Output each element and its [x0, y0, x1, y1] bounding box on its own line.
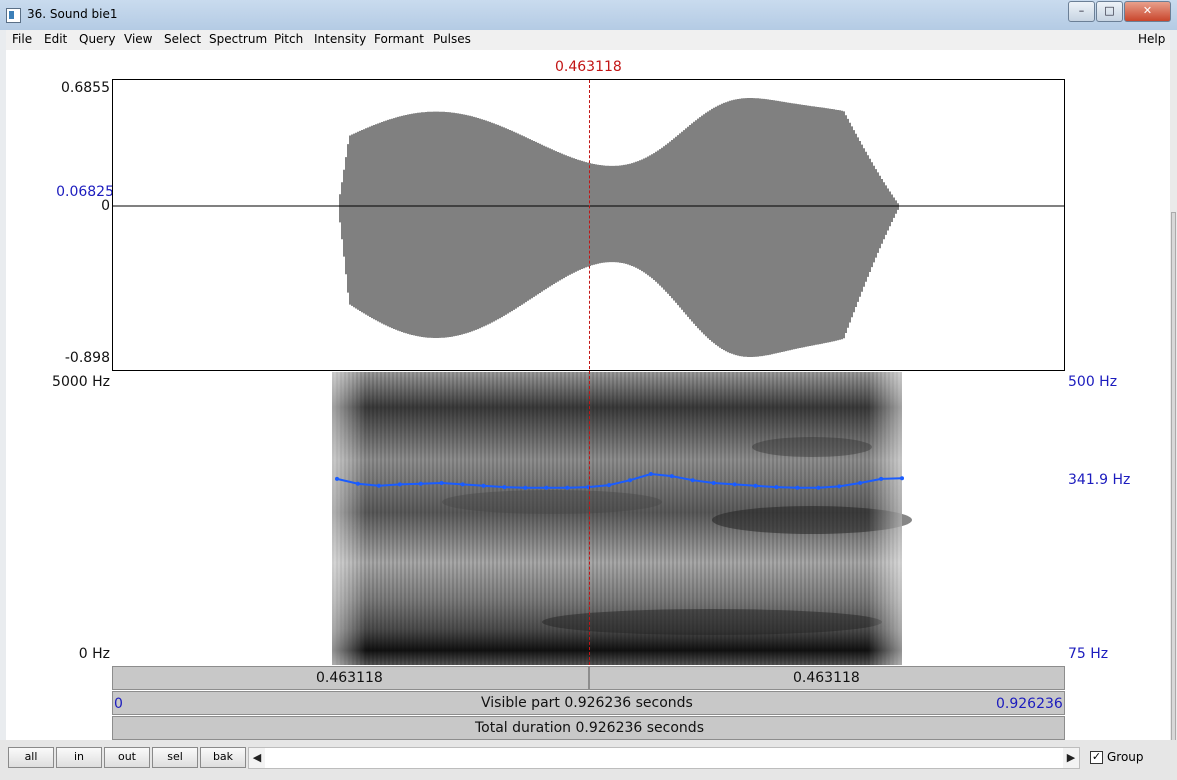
pitch-point [858, 481, 863, 485]
zoom-back-button[interactable]: bak [200, 747, 246, 768]
spectrogram-bottom-label: 0 Hz [78, 646, 110, 662]
pitch-point [732, 482, 737, 487]
title-bar: 36. Sound bie1 – □ ✕ [0, 0, 1177, 30]
pitch-value-label: 341.9 Hz [1068, 472, 1131, 488]
pitch-point [355, 481, 360, 486]
menu-formant[interactable]: Formant [374, 32, 424, 46]
waveform-zero-label: 0 [101, 198, 110, 214]
pitch-point [607, 483, 611, 488]
pitch-point [376, 483, 381, 488]
cursor-line [589, 80, 590, 665]
pitch-point [669, 474, 674, 479]
pitch-point [628, 478, 632, 483]
visible-part-bar[interactable]: Visible part 0.926236 seconds [112, 691, 1065, 715]
pitch-point [502, 485, 507, 490]
pitch-point [460, 482, 465, 487]
visible-start-label: 0 [114, 696, 123, 712]
total-duration-label: Total duration 0.926236 seconds [475, 720, 704, 736]
pitch-point [816, 485, 821, 490]
pitch-point [690, 478, 695, 483]
menu-edit[interactable]: Edit [44, 32, 67, 46]
menu-file[interactable]: File [12, 32, 32, 46]
menu-spectrum[interactable]: Spectrum [209, 32, 267, 46]
pitch-point [544, 485, 549, 490]
scroll-right-icon[interactable]: ▶ [1063, 748, 1079, 768]
pitch-point [837, 484, 842, 489]
visible-end-label: 0.926236 [996, 696, 1063, 712]
app-icon [6, 8, 21, 23]
menu-query[interactable]: Query [79, 32, 115, 46]
pitch-point [774, 485, 779, 490]
maximize-button[interactable]: □ [1096, 1, 1123, 22]
pitch-point [335, 476, 339, 481]
menu-select[interactable]: Select [164, 32, 201, 46]
pitch-bottom-label: 75 Hz [1068, 646, 1109, 662]
zoom-out-button[interactable]: out [104, 747, 150, 768]
waveform-max-label: 0.6855 [61, 80, 110, 96]
pitch-point [879, 476, 884, 481]
pitch-point [418, 481, 423, 486]
menu-pitch[interactable]: Pitch [274, 32, 303, 46]
waveform-min-label: -0.898 [64, 350, 110, 366]
right-segment-label: 0.463118 [793, 670, 860, 686]
pitch-point [481, 483, 486, 488]
pitch-top-label: 500 Hz [1068, 374, 1118, 390]
pitch-point [753, 483, 758, 488]
zoom-in-button[interactable]: in [56, 747, 102, 768]
zoom-all-button[interactable]: all [8, 747, 54, 768]
menu-view[interactable]: View [124, 32, 152, 46]
pitch-point [900, 476, 904, 481]
horizontal-scrollbar[interactable]: ◀ ▶ [248, 747, 1080, 769]
pitch-point [523, 485, 528, 490]
window-title: 36. Sound bie1 [27, 7, 118, 21]
total-duration-bar[interactable]: Total duration 0.926236 seconds [112, 716, 1065, 740]
visible-part-label: Visible part 0.926236 seconds [481, 695, 693, 711]
scroll-left-icon[interactable]: ◀ [249, 748, 265, 768]
pitch-point [648, 472, 653, 476]
right-edge-scrollbar[interactable] [1170, 50, 1177, 767]
menu-pulses[interactable]: Pulses [433, 32, 471, 46]
pitch-point [565, 485, 570, 490]
pitch-point [439, 481, 444, 485]
praat-sound-editor-window: 36. Sound bie1 – □ ✕ File Edit Query Vie… [0, 0, 1177, 780]
group-checkbox[interactable]: ✓ [1090, 751, 1103, 764]
cursor-time-label: 0.463118 [555, 59, 622, 75]
spectrogram-top-label: 5000 Hz [52, 374, 110, 390]
menu-help[interactable]: Help [1138, 32, 1165, 46]
group-label: Group [1107, 750, 1144, 764]
close-button[interactable]: ✕ [1124, 1, 1171, 22]
minimize-button[interactable]: – [1068, 1, 1095, 22]
left-segment-label: 0.463118 [316, 670, 383, 686]
pitch-point [397, 482, 402, 487]
zoom-sel-button[interactable]: sel [152, 747, 198, 768]
menu-intensity[interactable]: Intensity [314, 32, 366, 46]
right-segment-bar[interactable]: 0.463118 [589, 666, 1065, 690]
menu-bar: File Edit Query View Select Spectrum Pit… [6, 30, 1170, 50]
pitch-point [711, 481, 716, 485]
pitch-point [795, 485, 800, 490]
left-segment-bar[interactable]: 0.463118 [112, 666, 589, 690]
